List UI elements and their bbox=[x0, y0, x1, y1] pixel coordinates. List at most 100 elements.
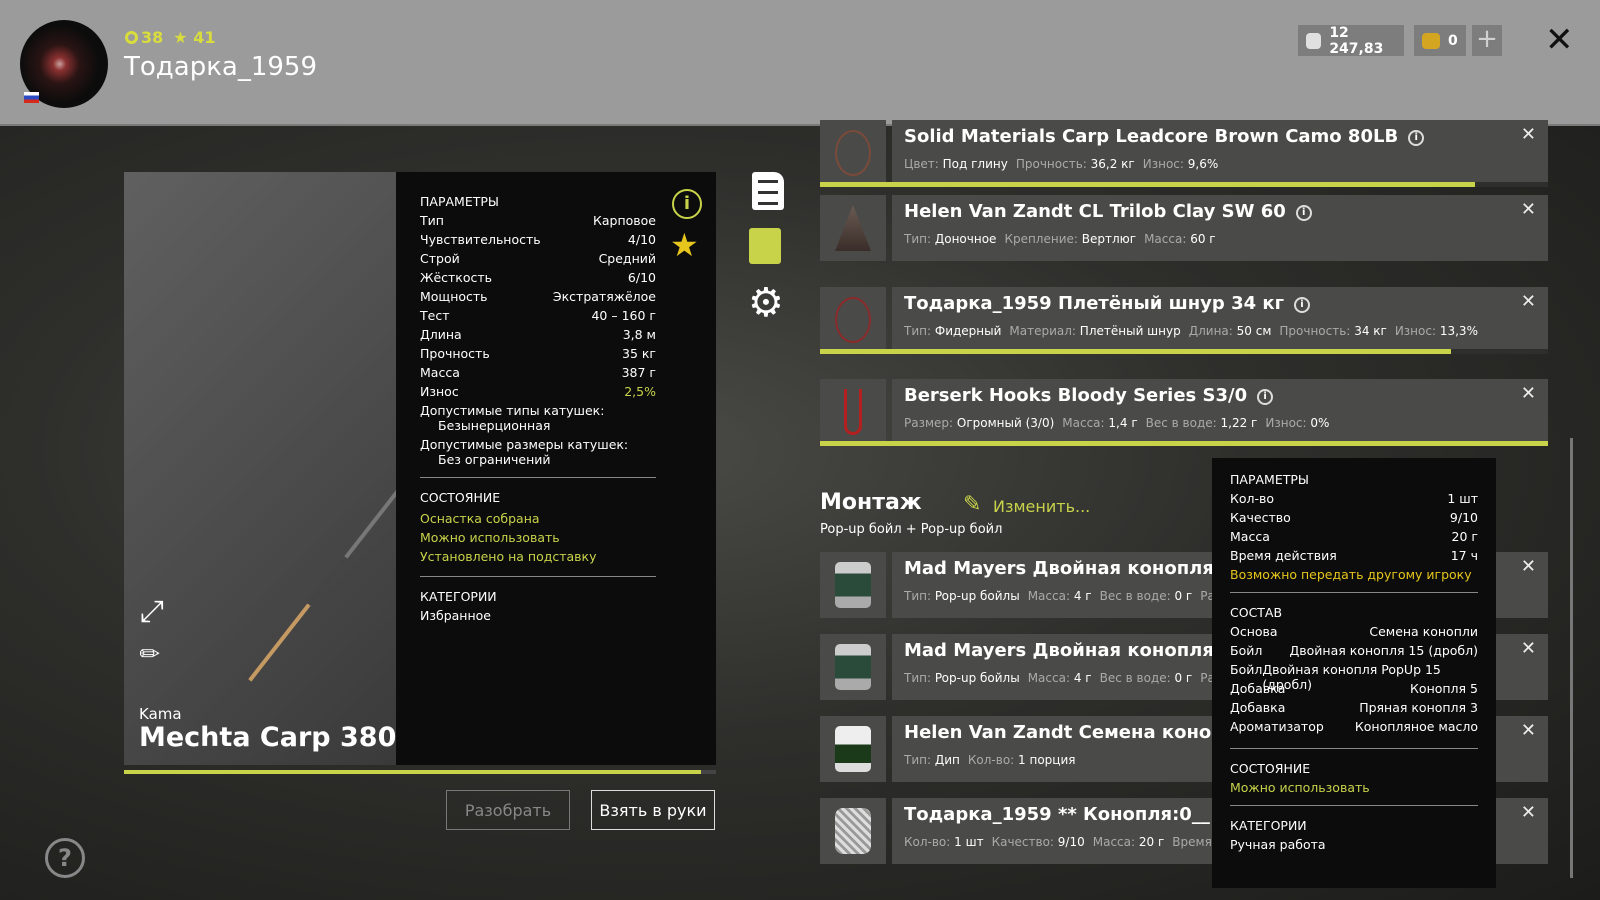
param-value: Конопляное масло bbox=[1354, 719, 1478, 734]
param-label: Мощность bbox=[420, 289, 488, 304]
remove-icon[interactable]: ✕ bbox=[1521, 124, 1536, 145]
remove-icon[interactable]: ✕ bbox=[1521, 291, 1536, 312]
info-icon[interactable]: i bbox=[1408, 130, 1425, 146]
spec-label: Качество: bbox=[991, 835, 1054, 849]
spec-label: Прочность: bbox=[1015, 157, 1087, 171]
spec-value: 0% bbox=[1310, 416, 1330, 430]
divider bbox=[1230, 748, 1478, 749]
spec-value: 0 г bbox=[1174, 671, 1193, 685]
rod-wear-fill bbox=[124, 770, 702, 774]
change-button[interactable]: Изменить... bbox=[993, 497, 1090, 516]
spec-label: Цвет: bbox=[904, 157, 939, 171]
disassemble-button[interactable]: Разобрать bbox=[446, 790, 570, 830]
expand-icon[interactable]: ⤢ bbox=[140, 594, 164, 629]
param-value: Двойная конопля 15 (дробл) bbox=[1289, 643, 1478, 658]
wear-bar bbox=[820, 182, 1548, 187]
gold-coin-icon bbox=[1422, 32, 1440, 49]
spec-value: Вертлюг bbox=[1081, 232, 1137, 246]
spec-label: Прочность: bbox=[1279, 324, 1351, 338]
param-row: Прочность 35 кг bbox=[420, 346, 656, 365]
info-icon[interactable]: i bbox=[1257, 389, 1274, 405]
param-label: Износ bbox=[420, 384, 459, 399]
item-title: Solid Materials Carp Leadcore Brown Camo… bbox=[904, 126, 1536, 147]
remove-icon[interactable]: ✕ bbox=[1521, 638, 1536, 659]
gold-balance: 0 bbox=[1414, 25, 1466, 56]
param-value: 20 г bbox=[1451, 529, 1478, 544]
take-in-hands-button[interactable]: Взять в руки bbox=[591, 790, 715, 830]
spec-label: Кол-во: bbox=[967, 753, 1015, 767]
rod-brand: Kama bbox=[139, 705, 182, 723]
info-icon[interactable]: i bbox=[1294, 297, 1311, 313]
spec-value: 60 г bbox=[1190, 232, 1216, 246]
tooltip-category: Ручная работа bbox=[1230, 837, 1326, 852]
tackle-item[interactable]: Тодарка_1959 Плетёный шнур 34 кг i Тип: Фи… bbox=[820, 287, 1548, 353]
mesh-icon bbox=[820, 798, 886, 864]
item-details: Berserk Hooks Bloody Series S3/0 i Размер:… bbox=[892, 379, 1548, 445]
rod-params-list: Тип Карповое Чувствительность 4/10 Строй Сред… bbox=[420, 213, 656, 403]
param-row: Бойл Двойная конопля PopUp 15 (дробл) bbox=[1230, 662, 1478, 692]
param-row: Тест 40 – 160 г bbox=[420, 308, 656, 327]
spec-value: Плетёный шнур bbox=[1079, 324, 1181, 338]
param-label: Тест bbox=[420, 308, 450, 323]
remove-icon[interactable]: ✕ bbox=[1521, 720, 1536, 741]
remove-icon[interactable]: ✕ bbox=[1521, 199, 1536, 220]
spec-label: Масса: bbox=[1027, 589, 1070, 603]
spec-label: Масса: bbox=[1092, 835, 1136, 849]
spec-label: Вес в воде: bbox=[1099, 671, 1171, 685]
remove-icon[interactable]: ✕ bbox=[1521, 802, 1536, 823]
wear-bar bbox=[820, 441, 1548, 446]
param-row: Длина 3,8 м bbox=[420, 327, 656, 346]
section-title: КАТЕГОРИИ bbox=[420, 589, 497, 604]
spec-value: 0 г bbox=[1174, 589, 1193, 603]
spec-value: 1,4 г bbox=[1108, 416, 1138, 430]
item-title-text: Berserk Hooks Bloody Series S3/0 bbox=[904, 385, 1248, 406]
param-label: Добавка bbox=[1230, 681, 1286, 696]
section-title: ПАРАМЕТРЫ bbox=[1230, 472, 1309, 487]
edit-icon[interactable]: ✎ bbox=[963, 492, 981, 517]
param-row: Тип Карповое bbox=[420, 213, 656, 232]
puzzle-icon[interactable] bbox=[749, 228, 781, 264]
close-icon[interactable]: ✕ bbox=[1545, 20, 1574, 60]
spec-value: 4 г bbox=[1073, 671, 1092, 685]
scrollbar[interactable] bbox=[1570, 438, 1573, 878]
gear-icon[interactable]: ⚙ bbox=[748, 283, 784, 323]
tackle-item[interactable]: Helen Van Zandt CL Trilob Clay SW 60 i Тип… bbox=[820, 195, 1548, 261]
spec-label: Размер: bbox=[904, 416, 954, 430]
param-value: 17 ч bbox=[1450, 548, 1478, 563]
reel-types-label: Допустимые типы катушек: bbox=[420, 403, 605, 418]
param-row: Добавка Конопля 5 bbox=[1230, 681, 1478, 700]
item-title-text: Тодарка_1959 ** Конопля:0__ ** bbox=[904, 804, 1235, 825]
jar-icon bbox=[820, 634, 886, 700]
param-row: Износ 2,5% bbox=[420, 384, 656, 403]
param-label: Масса bbox=[420, 365, 460, 380]
spec-value: 1 порция bbox=[1018, 753, 1076, 767]
item-specs: Тип: Фидерный Материал: Плетёный шнур Длин… bbox=[904, 324, 1536, 338]
tooltip-state: Можно использовать bbox=[1230, 780, 1370, 795]
remove-icon[interactable]: ✕ bbox=[1521, 383, 1536, 404]
silver-balance: 12 247,83 bbox=[1298, 25, 1404, 57]
param-row: Добавка Пряная конопля 3 bbox=[1230, 700, 1478, 719]
help-icon[interactable]: ? bbox=[45, 838, 85, 878]
spec-label: Длина: bbox=[1188, 324, 1233, 338]
spec-value: Фидерный bbox=[934, 324, 1002, 338]
param-label: Тип bbox=[420, 213, 444, 228]
param-label: Ароматизатор bbox=[1230, 719, 1324, 734]
remove-icon[interactable]: ✕ bbox=[1521, 556, 1536, 577]
add-gold-button[interactable]: + bbox=[1472, 25, 1502, 56]
spec-value: 34 кг bbox=[1354, 324, 1387, 338]
favorite-star-icon[interactable]: ★ bbox=[670, 226, 699, 264]
spec-label: Тип: bbox=[904, 589, 932, 603]
info-icon[interactable]: i bbox=[672, 189, 702, 219]
divider bbox=[1230, 592, 1478, 593]
param-row: Масса 387 г bbox=[420, 365, 656, 384]
tackle-item[interactable]: Berserk Hooks Bloody Series S3/0 i Размер:… bbox=[820, 379, 1548, 445]
param-value: 40 – 160 г bbox=[591, 308, 656, 323]
param-row: Масса 20 г bbox=[1230, 529, 1478, 548]
wear-bar bbox=[820, 349, 1548, 354]
info-icon[interactable]: i bbox=[1295, 205, 1312, 221]
param-value: Двойная конопля PopUp 15 (дробл) bbox=[1262, 662, 1441, 692]
document-icon[interactable] bbox=[752, 172, 784, 210]
spec-label: Износ: bbox=[1142, 157, 1184, 171]
spec-label: Вес в воде: bbox=[1145, 416, 1217, 430]
tackle-item[interactable]: Solid Materials Carp Leadcore Brown Camo… bbox=[820, 120, 1548, 186]
